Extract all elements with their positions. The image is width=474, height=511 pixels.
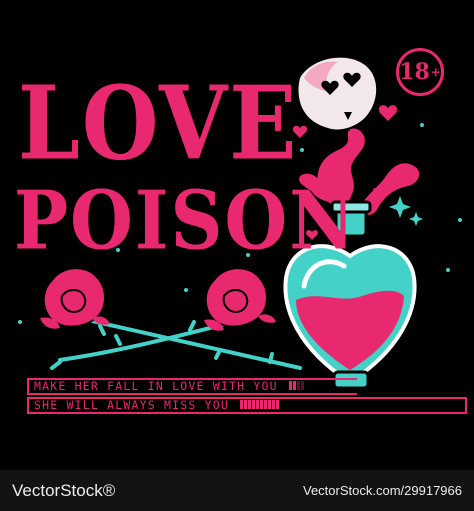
image-id: VectorStock.com/29917966 [303, 483, 462, 498]
age-number: 18 [399, 59, 430, 85]
progress-bars-2 [240, 399, 280, 412]
footer-bar: VectorStock® VectorStock.com/29917966 [0, 470, 474, 511]
message-text-1: MAKE HER FALL IN LOVE WITH YOU [34, 379, 278, 393]
message-text-2: SHE WILL ALWAYS MISS YOU [34, 398, 229, 412]
poster: LOVE POISON 18 + MAKE HER FALL IN LOVE WI… [0, 0, 474, 511]
message-line-2: SHE WILL ALWAYS MISS YOU [27, 397, 467, 414]
heart-skull [298, 57, 377, 130]
rose-right [204, 267, 276, 331]
age-rating-badge: 18 + [396, 48, 444, 96]
title-love: LOVE [18, 62, 299, 183]
rose-left [40, 267, 110, 329]
age-plus: + [430, 65, 441, 79]
message-line-1: MAKE HER FALL IN LOVE WITH YOU [27, 378, 357, 395]
crossed-stems [50, 314, 302, 370]
title-poison: POISON [14, 172, 358, 268]
brand-watermark: VectorStock® [12, 480, 116, 500]
progress-bars-1 [288, 380, 305, 393]
